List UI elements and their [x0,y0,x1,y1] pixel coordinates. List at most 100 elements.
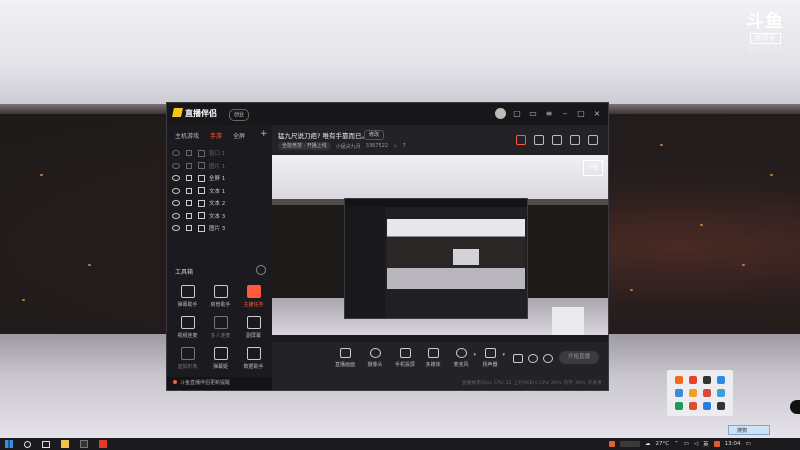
lock-icon[interactable] [186,225,192,232]
text-source-icon [198,199,205,207]
source-item[interactable]: 窗口 1 [172,147,268,160]
tray-app-icon[interactable] [675,389,683,397]
tray-app-icon[interactable] [717,389,725,397]
monitor-icon [339,348,351,358]
microphone-button[interactable]: 麦克风 ▾ [448,348,476,368]
network-icon[interactable]: ▭ [684,441,689,447]
chevron-up-icon[interactable]: ⌃ [674,441,679,447]
lock-icon[interactable] [534,135,544,145]
user-avatar[interactable] [495,108,506,119]
tray-app-icon[interactable] [609,441,615,447]
camera-icon [369,348,381,358]
add-scene-button[interactable]: + [260,129,268,139]
tray-app-icon[interactable] [675,376,683,384]
edit-title-button[interactable]: 修改 [364,130,385,140]
media-button[interactable]: 多媒体 [420,348,446,368]
source-item[interactable]: 文本 3 [172,210,268,223]
chevron-down-icon[interactable]: ▾ [502,352,505,358]
message-icon[interactable]: ▭ [528,109,538,119]
share-icon[interactable] [588,135,598,145]
source-item[interactable]: 图片 3 [172,222,268,235]
tab-mobile-game[interactable]: 手游 [210,131,222,140]
source-item[interactable]: 全屏 1 [172,172,268,185]
eye-icon[interactable] [172,175,180,182]
notification-icon[interactable]: ▭ [746,441,751,447]
tool-video-link[interactable]: 视频连麦 [171,316,204,339]
minimize-icon[interactable]: – [560,109,570,119]
tool-room-manager[interactable]: 房管助手 [204,285,237,308]
phone-cast-button[interactable]: 手机投屏 [392,348,418,368]
lock-icon[interactable] [186,212,192,219]
tray-app-icon[interactable] [703,402,711,410]
side-collapse-button[interactable] [790,400,800,414]
beauty-icon[interactable] [528,354,538,363]
tab-console-game[interactable]: 主机游戏 [175,131,199,140]
tool-danmu-girl[interactable]: 弹幕姬 [204,347,237,370]
lock-icon[interactable] [186,175,192,182]
trash-icon[interactable] [516,135,526,145]
toolbox-more-button[interactable] [256,265,266,275]
volume-icon[interactable]: ◁ [694,441,698,447]
tool-data-assistant[interactable]: 数据助手 [237,347,270,370]
source-item[interactable]: 文本 1 [172,185,268,198]
file-explorer-icon[interactable] [61,440,69,448]
record-icon[interactable] [513,354,523,363]
tab-fullscreen[interactable]: 全屏 [233,131,245,140]
task-view-icon[interactable] [42,440,50,448]
terminal-app-icon[interactable] [80,440,88,448]
tray-app-icon[interactable] [675,402,683,410]
lock-icon[interactable] [186,150,192,157]
desktop-wallpaper-top [0,0,800,110]
speaker-button[interactable]: 扬声器 ▾ [477,348,505,368]
screen-capture-button[interactable]: 直播画面 [332,348,358,368]
weather-icon[interactable]: ☁ [645,441,651,447]
search-icon[interactable] [24,440,31,448]
tool-avatar[interactable]: 虚拟形象 [171,347,204,370]
window-controls: ▢ ▭ ≡ – □ × [495,108,602,119]
camera-button[interactable]: 摄像头 [362,348,388,368]
tool-label: 副屏幕 [245,333,261,339]
eye-icon[interactable] [172,225,180,232]
tray-app-icon[interactable] [703,376,711,384]
lock-icon[interactable] [186,162,192,169]
category-pill[interactable]: 全能竞技 · 开播上线 [278,142,331,150]
update-notice[interactable]: 斗鱼直播伴侣更新提醒 [167,377,272,390]
stream-preview[interactable]: 斗鱼 [272,155,608,342]
source-label: 全屏 1 [209,176,226,183]
live-companion-app-icon[interactable] [99,440,107,448]
menu-icon[interactable]: ≡ [544,109,554,119]
tool-second-screen[interactable]: 副屏幕 [237,316,270,339]
lock-icon[interactable] [186,187,192,194]
ime-indicator[interactable]: 英 [703,440,709,448]
shirt-icon[interactable]: ▢ [512,109,522,119]
clock[interactable]: 13:04 [725,441,741,447]
windows-start-icon[interactable] [5,440,13,448]
tray-app-icon[interactable] [689,402,697,410]
version-pill[interactable]: 创业 [229,109,250,121]
tool-streamer-task[interactable]: 主播任务 [237,285,270,308]
tray-app-icon[interactable] [703,389,711,397]
tray-app-icon[interactable] [717,402,725,410]
source-item[interactable]: 文本 2 [172,197,268,210]
eye-icon[interactable] [172,200,180,207]
settings-icon[interactable] [543,354,553,363]
tool-multi-link[interactable]: 多人连麦 [204,316,237,339]
start-stream-button[interactable]: 开始直播 [559,351,599,364]
tray-app-icon[interactable] [689,376,697,384]
eye-icon[interactable] [172,150,180,157]
lock-icon[interactable] [186,200,192,207]
eye-icon[interactable] [172,212,180,219]
sogou-icon[interactable] [713,441,720,447]
eye-icon[interactable] [172,162,180,169]
bell-icon[interactable] [570,135,580,145]
tool-danmu-assistant[interactable]: 弹幕助手 [171,285,204,308]
maximize-icon[interactable]: □ [576,109,586,119]
chevron-down-icon[interactable]: ▾ [473,352,476,358]
temperature[interactable]: 27°C [656,441,670,447]
close-icon[interactable]: × [592,109,602,119]
eye-icon[interactable] [172,187,180,194]
save-icon[interactable] [552,135,562,145]
tray-app-icon[interactable] [717,376,725,384]
source-item[interactable]: 图片 1 [172,160,268,173]
tray-app-icon[interactable] [689,389,697,397]
